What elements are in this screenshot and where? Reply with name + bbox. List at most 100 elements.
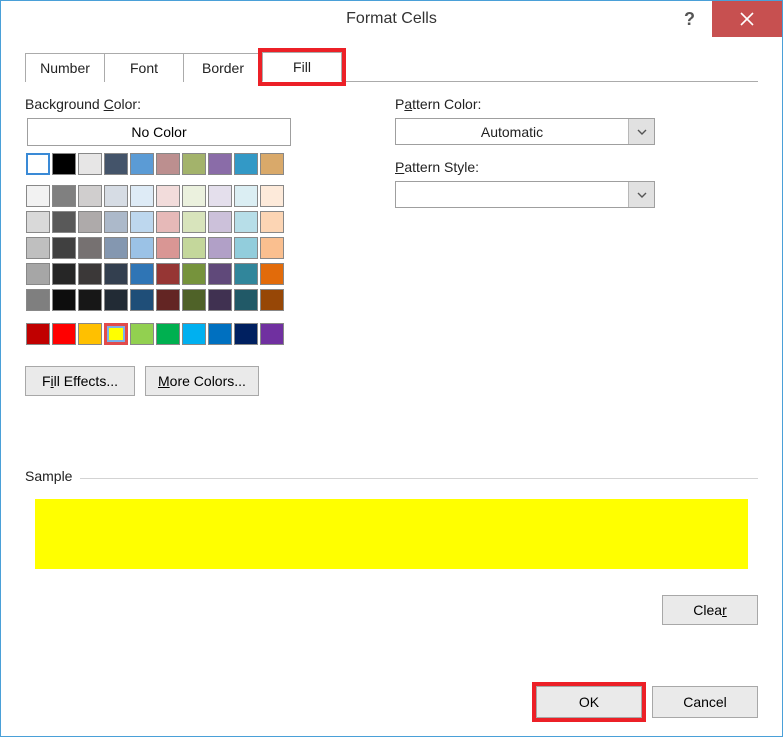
color-swatch[interactable] bbox=[26, 323, 50, 345]
color-swatch[interactable] bbox=[130, 153, 154, 175]
color-swatch[interactable] bbox=[52, 323, 76, 345]
pattern-style-value bbox=[396, 182, 628, 207]
color-swatch[interactable] bbox=[156, 289, 180, 311]
color-swatch[interactable] bbox=[234, 237, 258, 259]
color-swatch[interactable] bbox=[260, 237, 284, 259]
color-swatch-grid bbox=[25, 152, 293, 348]
tab-font[interactable]: Font bbox=[104, 53, 184, 82]
fill-effects-button[interactable]: Fill Effects... bbox=[25, 366, 135, 396]
chevron-down-icon[interactable] bbox=[628, 182, 654, 207]
tab-number[interactable]: Number bbox=[25, 53, 105, 82]
color-swatch[interactable] bbox=[234, 263, 258, 285]
close-button[interactable] bbox=[712, 1, 782, 37]
tab-fill[interactable]: Fill bbox=[262, 52, 342, 82]
color-swatch[interactable] bbox=[182, 153, 206, 175]
color-swatch[interactable] bbox=[78, 289, 102, 311]
color-swatch[interactable] bbox=[234, 153, 258, 175]
color-swatch[interactable] bbox=[130, 211, 154, 233]
color-swatch[interactable] bbox=[182, 237, 206, 259]
color-swatch[interactable] bbox=[208, 323, 232, 345]
color-swatch[interactable] bbox=[26, 237, 50, 259]
color-swatch[interactable] bbox=[260, 289, 284, 311]
color-swatch[interactable] bbox=[208, 289, 232, 311]
color-swatch[interactable] bbox=[130, 289, 154, 311]
color-swatch[interactable] bbox=[52, 211, 76, 233]
color-swatch[interactable] bbox=[156, 263, 180, 285]
color-swatch[interactable] bbox=[234, 289, 258, 311]
color-swatch[interactable] bbox=[52, 263, 76, 285]
color-swatch[interactable] bbox=[234, 185, 258, 207]
sample-group: Sample bbox=[25, 478, 758, 569]
pattern-style-combo[interactable] bbox=[395, 181, 655, 208]
sample-preview bbox=[35, 499, 748, 569]
color-swatch[interactable] bbox=[52, 237, 76, 259]
color-swatch[interactable] bbox=[208, 263, 232, 285]
pattern-style-label: Pattern Style: bbox=[395, 159, 758, 175]
clear-button[interactable]: Clear bbox=[662, 595, 758, 625]
color-swatch[interactable] bbox=[182, 263, 206, 285]
color-swatch[interactable] bbox=[130, 263, 154, 285]
color-swatch[interactable] bbox=[260, 153, 284, 175]
color-swatch[interactable] bbox=[156, 323, 180, 345]
help-button[interactable]: ? bbox=[667, 1, 712, 37]
color-swatch[interactable] bbox=[26, 211, 50, 233]
color-swatch[interactable] bbox=[182, 323, 206, 345]
color-swatch[interactable] bbox=[156, 237, 180, 259]
dialog-title: Format Cells bbox=[1, 10, 782, 28]
color-swatch[interactable] bbox=[156, 153, 180, 175]
tabstrip: Number Font Border Fill bbox=[25, 51, 758, 82]
color-swatch[interactable] bbox=[52, 153, 76, 175]
color-swatch[interactable] bbox=[260, 185, 284, 207]
pattern-color-combo[interactable]: Automatic bbox=[395, 118, 655, 145]
color-swatch[interactable] bbox=[130, 237, 154, 259]
color-swatch[interactable] bbox=[234, 323, 258, 345]
color-swatch-selected[interactable] bbox=[104, 323, 128, 345]
ok-button[interactable]: OK bbox=[536, 686, 642, 718]
color-swatch[interactable] bbox=[260, 211, 284, 233]
color-swatch[interactable] bbox=[208, 153, 232, 175]
color-swatch[interactable] bbox=[78, 211, 102, 233]
sample-label: Sample bbox=[25, 468, 80, 484]
color-swatch[interactable] bbox=[208, 211, 232, 233]
background-color-label: Background Color: bbox=[25, 96, 335, 112]
titlebar: Format Cells ? bbox=[1, 1, 782, 37]
color-swatch[interactable] bbox=[130, 185, 154, 207]
color-swatch[interactable] bbox=[52, 185, 76, 207]
chevron-down-icon[interactable] bbox=[628, 119, 654, 144]
color-swatch[interactable] bbox=[104, 237, 128, 259]
color-swatch[interactable] bbox=[104, 153, 128, 175]
more-colors-button[interactable]: More Colors... bbox=[145, 366, 259, 396]
color-swatch[interactable] bbox=[234, 211, 258, 233]
no-color-button[interactable]: No Color bbox=[27, 118, 291, 146]
color-swatch[interactable] bbox=[260, 323, 284, 345]
color-swatch[interactable] bbox=[156, 185, 180, 207]
color-swatch[interactable] bbox=[26, 289, 50, 311]
color-swatch[interactable] bbox=[104, 263, 128, 285]
color-swatch[interactable] bbox=[52, 289, 76, 311]
color-swatch[interactable] bbox=[208, 185, 232, 207]
format-cells-dialog: Format Cells ? Number Font Border Fill B… bbox=[0, 0, 783, 737]
color-swatch[interactable] bbox=[130, 323, 154, 345]
color-swatch[interactable] bbox=[78, 185, 102, 207]
color-swatch[interactable] bbox=[260, 263, 284, 285]
tab-border[interactable]: Border bbox=[183, 53, 263, 82]
close-icon bbox=[740, 12, 754, 26]
color-swatch[interactable] bbox=[78, 237, 102, 259]
color-swatch[interactable] bbox=[78, 153, 102, 175]
color-swatch[interactable] bbox=[26, 263, 50, 285]
color-swatch[interactable] bbox=[182, 289, 206, 311]
color-swatch[interactable] bbox=[182, 185, 206, 207]
pattern-color-label: Pattern Color: bbox=[395, 96, 758, 112]
pattern-color-value: Automatic bbox=[396, 119, 628, 144]
color-swatch[interactable] bbox=[182, 211, 206, 233]
color-swatch[interactable] bbox=[78, 323, 102, 345]
color-swatch[interactable] bbox=[208, 237, 232, 259]
color-swatch[interactable] bbox=[104, 211, 128, 233]
color-swatch[interactable] bbox=[156, 211, 180, 233]
color-swatch[interactable] bbox=[78, 263, 102, 285]
color-swatch[interactable] bbox=[104, 289, 128, 311]
color-swatch[interactable] bbox=[26, 153, 50, 175]
color-swatch[interactable] bbox=[104, 185, 128, 207]
cancel-button[interactable]: Cancel bbox=[652, 686, 758, 718]
color-swatch[interactable] bbox=[26, 185, 50, 207]
